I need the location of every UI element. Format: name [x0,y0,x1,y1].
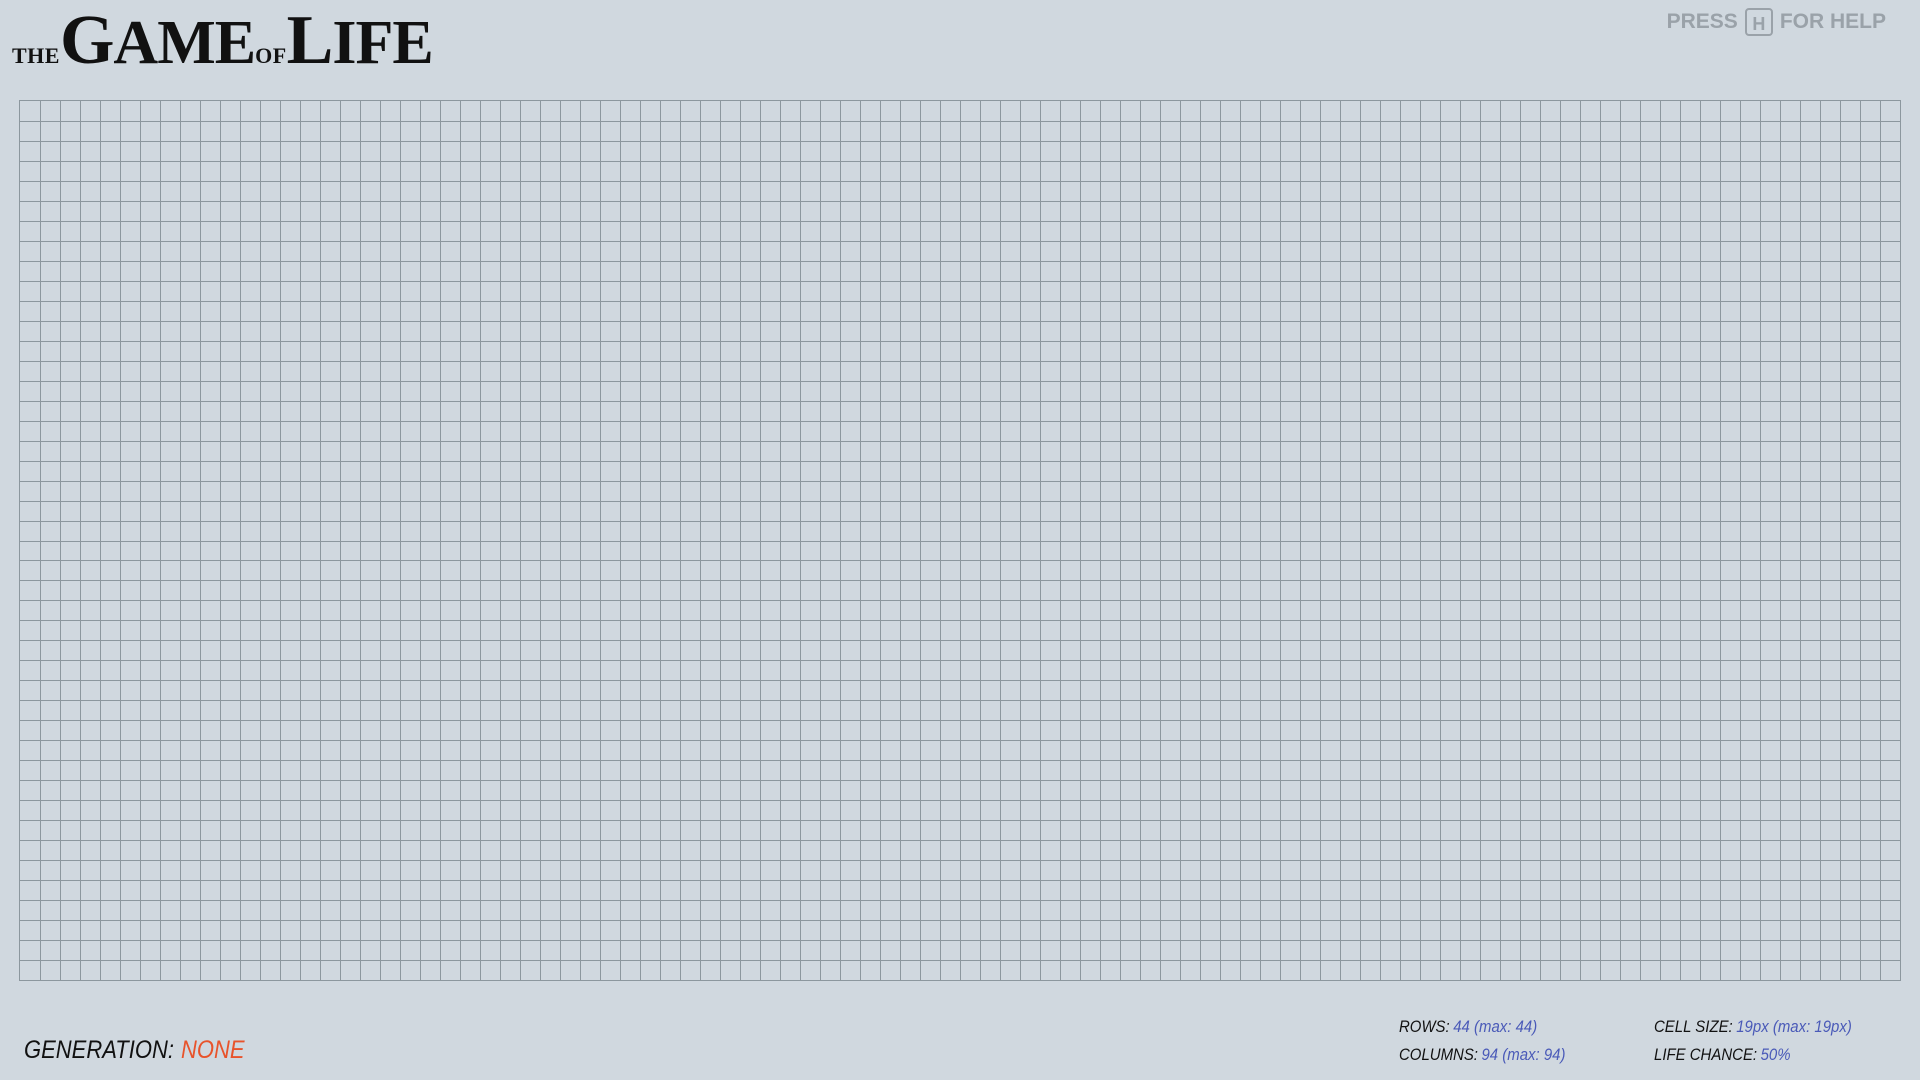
title-life-rest: IFE [332,9,433,77]
game-title-logo: THEGAMEOFLIFE [12,6,434,77]
title-game-initial: G [59,2,114,79]
cell-size-stat: CELL SIZE: 19px (max: 19px) [1654,1017,1852,1037]
rows-value: 44 (max: 44) [1453,1017,1538,1036]
help-for-help-text: FOR HELP [1779,10,1886,33]
columns-label: COLUMNS: [1399,1045,1478,1064]
life-chance-stat: LIFE CHANCE: 50% [1654,1045,1791,1065]
life-grid-board[interactable] [19,100,1901,981]
game-of-life-page: THEGAMEOFLIFE PRESS H FOR HELP GENERATIO… [0,0,1920,1080]
help-hint: PRESS H FOR HELP [1667,8,1886,36]
title-game-rest: AME [113,9,256,77]
generation-counter: GENERATION: NONE [24,1036,245,1065]
rows-stat: ROWS: 44 (max: 44) [1399,1017,1537,1037]
help-press-text: PRESS [1666,10,1738,33]
generation-value: NONE [180,1036,245,1064]
life-chance-value: 50% [1760,1045,1791,1064]
title-of: OF [255,43,287,68]
columns-value: 94 (max: 94) [1481,1045,1566,1064]
cell-size-label: CELL SIZE: [1654,1017,1733,1036]
cell-size-value: 19px (max: 19px) [1736,1017,1852,1036]
rows-label: ROWS: [1399,1017,1450,1036]
title-prefix: THE [12,43,60,68]
generation-label: GENERATION: [24,1036,174,1064]
title-life-initial: L [286,2,334,79]
columns-stat: COLUMNS: 94 (max: 94) [1399,1045,1565,1065]
life-chance-label: LIFE CHANCE: [1654,1045,1758,1064]
help-key-icon[interactable]: H [1744,8,1773,36]
